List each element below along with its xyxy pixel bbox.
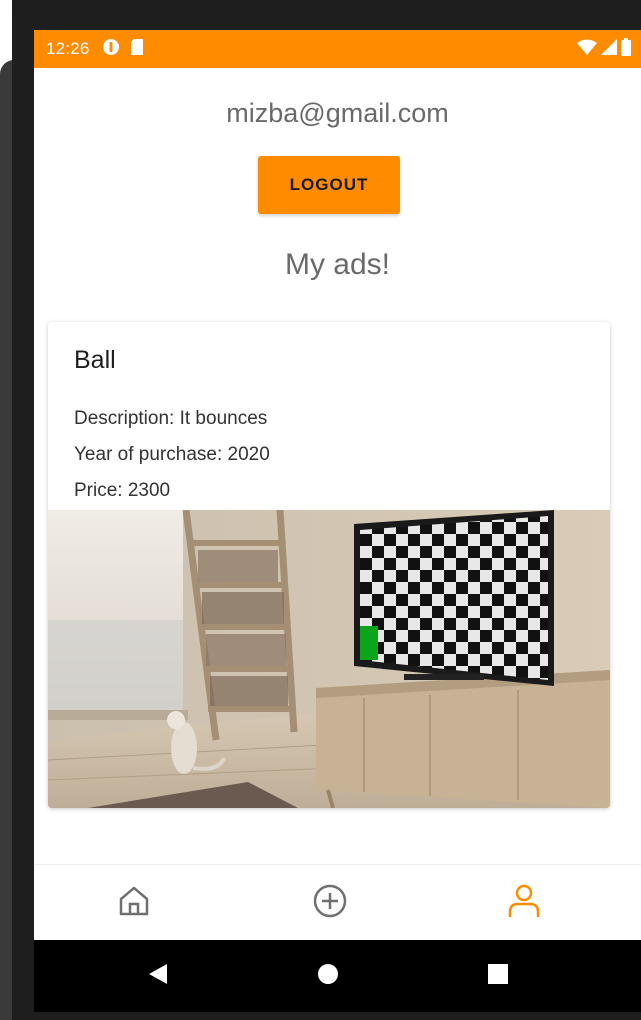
sd-card-icon: [130, 38, 144, 61]
recents-icon: [487, 963, 509, 990]
system-navigation-bar: [34, 940, 641, 1012]
home-icon: [117, 884, 151, 923]
status-time: 12:26: [46, 39, 90, 58]
ad-card[interactable]: Ball Description: It bounces Year of pur…: [48, 322, 610, 808]
system-home-button[interactable]: [288, 940, 368, 1012]
ad-year: Year of purchase: 2020: [74, 444, 270, 465]
signal-icon: [601, 38, 617, 60]
add-circle-icon: [312, 883, 348, 924]
ad-description: Description: It bounces: [74, 408, 268, 429]
home-circle-icon: [317, 963, 339, 990]
system-recents-button[interactable]: [458, 940, 538, 1012]
profile-icon: [507, 883, 541, 924]
battery-icon: [621, 37, 631, 61]
status-bar: 12:26: [34, 30, 641, 68]
bottom-navigation: [34, 864, 641, 941]
ad-price: Price: 2300: [74, 480, 171, 501]
status-system-icons: [577, 30, 631, 68]
nav-home-button[interactable]: [74, 865, 194, 941]
ad-photo-image: [48, 509, 610, 808]
status-notification-icons: [102, 38, 144, 61]
my-ads-heading: My ads!: [284, 248, 391, 281]
nav-add-button[interactable]: [270, 865, 390, 941]
wifi-icon: [577, 39, 597, 60]
device-bezel-bottom: [12, 1012, 641, 1020]
device-bezel-top: [12, 0, 641, 30]
system-back-button[interactable]: [118, 940, 198, 1012]
nav-profile-button[interactable]: [464, 865, 584, 941]
device-bezel-left: [12, 0, 34, 1020]
app-screen: 12:26 mizba@gmail.com LOGOUT My ads! Bal…: [34, 30, 641, 1012]
ad-title: Ball: [74, 346, 116, 374]
logout-button[interactable]: LOGOUT: [258, 156, 400, 214]
data-saver-icon: [102, 38, 120, 61]
device-frame: 12:26 mizba@gmail.com LOGOUT My ads! Bal…: [0, 0, 641, 1020]
user-email: mizba@gmail.com: [226, 98, 449, 128]
back-icon: [147, 962, 169, 991]
